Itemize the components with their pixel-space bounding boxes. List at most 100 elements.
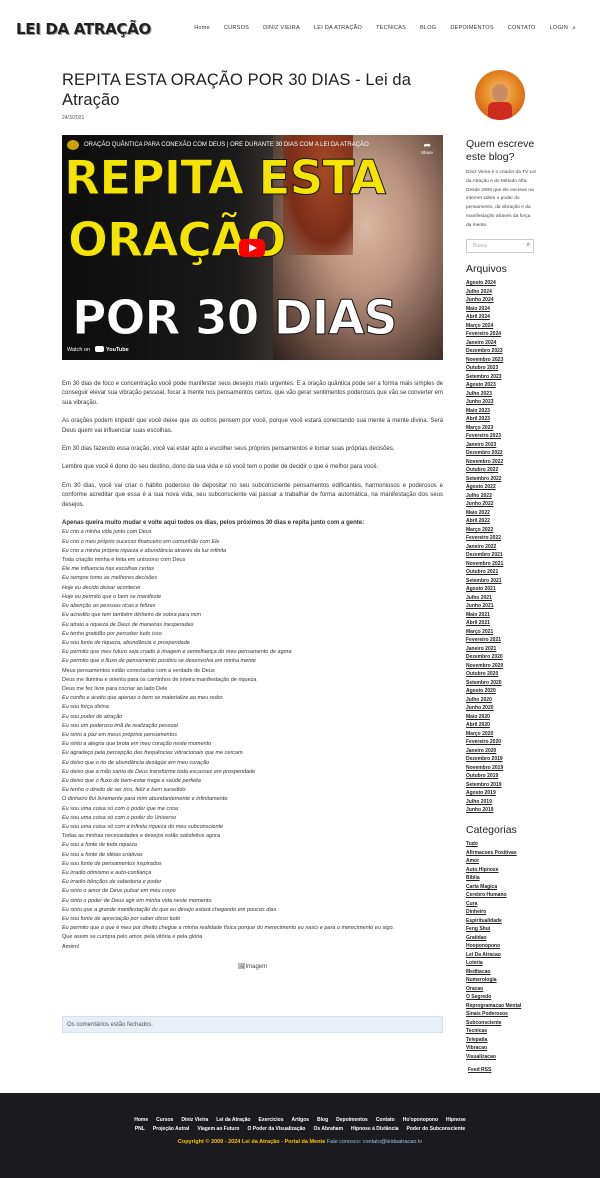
archive-link[interactable]: Dezembro 2019 [466,756,503,762]
category-link[interactable]: Tecnicas [466,1028,487,1034]
archive-item[interactable]: Novembro 2023 [466,356,536,365]
category-link[interactable]: Vibracao [466,1045,487,1051]
archive-item[interactable]: Setembro 2020 [466,679,536,688]
footer-link[interactable]: Projeção Astral [153,1126,190,1132]
category-link[interactable]: Meditacao [466,969,490,975]
archive-link[interactable]: Julho 2022 [466,493,492,499]
category-item[interactable]: Afirmacoes Positivas [466,849,536,858]
footer-link[interactable]: Ho'oponopono [403,1117,438,1123]
archive-item[interactable]: Agosto 2021 [466,585,536,594]
archive-item[interactable]: Junho 2024 [466,296,536,305]
category-link[interactable]: Dinheiro [466,909,486,915]
archive-item[interactable]: Abril 2021 [466,619,536,628]
category-item[interactable]: Espiritualidade [466,917,536,926]
archive-item[interactable]: Julho 2024 [466,288,536,297]
archive-item[interactable]: Janeiro 2020 [466,747,536,756]
archive-link[interactable]: Julho 2021 [466,595,492,601]
archive-link[interactable]: Março 2023 [466,425,493,431]
archive-item[interactable]: Março 2020 [466,730,536,739]
category-item[interactable]: Cerebro Humano [466,891,536,900]
archive-item[interactable]: Julho 2023 [466,390,536,399]
archive-item[interactable]: Abril 2022 [466,517,536,526]
archive-link[interactable]: Novembro 2021 [466,561,503,567]
archive-item[interactable]: Agosto 2023 [466,381,536,390]
archive-item[interactable]: Agosto 2019 [466,789,536,798]
category-item[interactable]: Telepatia [466,1036,536,1045]
category-link[interactable]: Numerologia [466,977,497,983]
archive-link[interactable]: Novembro 2019 [466,765,503,771]
archive-link[interactable]: Agosto 2020 [466,688,496,694]
archive-item[interactable]: Março 2023 [466,424,536,433]
archive-link[interactable]: Novembro 2022 [466,459,503,465]
archive-item[interactable]: Julho 2022 [466,492,536,501]
category-link[interactable]: Cura [466,901,477,907]
nav-item-diniz-vieira[interactable]: DINIZ VIEIRA [263,25,300,31]
footer-link[interactable]: Home [134,1117,148,1123]
archive-link[interactable]: Fevereiro 2021 [466,637,501,643]
archive-link[interactable]: Novembro 2020 [466,663,503,669]
archive-link[interactable]: Janeiro 2021 [466,646,496,652]
footer-link[interactable]: Viagem ao Futuro [197,1126,239,1132]
archive-link[interactable]: Junho 2023 [466,399,494,405]
archive-link[interactable]: Dezembro 2020 [466,654,503,660]
archive-link[interactable]: Setembro 2022 [466,476,502,482]
archive-item[interactable]: Agosto 2022 [466,483,536,492]
archive-item[interactable]: Novembro 2020 [466,662,536,671]
archive-link[interactable]: Fevereiro 2024 [466,331,501,337]
archive-item[interactable]: Junho 2020 [466,704,536,713]
footer-link[interactable]: Blog [317,1117,328,1123]
archive-link[interactable]: Julho 2019 [466,799,492,805]
footer-link[interactable]: Hipnose à Distância [351,1126,399,1132]
archive-item[interactable]: Julho 2020 [466,696,536,705]
archive-item[interactable]: Agosto 2020 [466,687,536,696]
category-item[interactable]: Cura [466,900,536,909]
archive-link[interactable]: Maio 2023 [466,408,490,414]
archive-link[interactable]: Julho 2020 [466,697,492,703]
category-item[interactable]: Meditacao [466,968,536,977]
category-item[interactable]: Biblia [466,874,536,883]
watch-on-label[interactable]: Watch on [67,347,90,353]
archive-link[interactable]: Outubro 2022 [466,467,498,473]
footer-link[interactable]: Contato [376,1117,395,1123]
footer-link[interactable]: Exercícios [259,1117,284,1123]
archive-item[interactable]: Fevereiro 2024 [466,330,536,339]
archive-link[interactable]: Setembro 2019 [466,782,502,788]
archive-item[interactable]: Junho 2023 [466,398,536,407]
archive-item[interactable]: Março 2021 [466,628,536,637]
archive-link[interactable]: Janeiro 2023 [466,442,496,448]
category-link[interactable]: Subconsciente [466,1020,502,1026]
category-item[interactable]: Subconsciente [466,1019,536,1028]
archive-link[interactable]: Setembro 2021 [466,578,502,584]
category-link[interactable]: Tudo [466,841,478,847]
archive-item[interactable]: Dezembro 2023 [466,347,536,356]
archive-link[interactable]: Abril 2022 [466,518,490,524]
archive-item[interactable]: Outubro 2020 [466,670,536,679]
archive-item[interactable]: Setembro 2019 [466,781,536,790]
category-link[interactable]: Cerebro Humano [466,892,507,898]
youtube-video-embed[interactable]: REPITA ESTA ORAÇÃO POR 30 DIAS ORAÇÃO QU… [62,135,443,360]
archive-item[interactable]: Outubro 2022 [466,466,536,475]
archive-item[interactable]: Dezembro 2022 [466,449,536,458]
archive-item[interactable]: Janeiro 2022 [466,543,536,552]
contact-text[interactable]: Fale conosco: contato@leidaatracao.tv [327,1139,422,1145]
archive-link[interactable]: Junho 2019 [466,807,494,813]
archive-link[interactable]: Fevereiro 2023 [466,433,501,439]
play-button-icon[interactable] [239,239,265,257]
category-link[interactable]: Biblia [466,875,480,881]
archive-item[interactable]: Fevereiro 2023 [466,432,536,441]
footer-link[interactable]: Lei da Atração [216,1117,250,1123]
archive-item[interactable]: Outubro 2021 [466,568,536,577]
archive-link[interactable]: Setembro 2020 [466,680,502,686]
archive-link[interactable]: Março 2022 [466,527,493,533]
archive-item[interactable]: Dezembro 2019 [466,755,536,764]
category-item[interactable]: Tecnicas [466,1027,536,1036]
footer-link[interactable]: O Poder da Visualização [247,1126,305,1132]
archive-link[interactable]: Março 2020 [466,731,493,737]
category-item[interactable]: Numerologia [466,976,536,985]
archive-link[interactable]: Outubro 2019 [466,773,498,779]
search-icon[interactable]: ⌕ [572,25,576,33]
archive-link[interactable]: Outubro 2020 [466,671,498,677]
archive-link[interactable]: Agosto 2019 [466,790,496,796]
archive-item[interactable]: Outubro 2023 [466,364,536,373]
archive-item[interactable]: Junho 2021 [466,602,536,611]
